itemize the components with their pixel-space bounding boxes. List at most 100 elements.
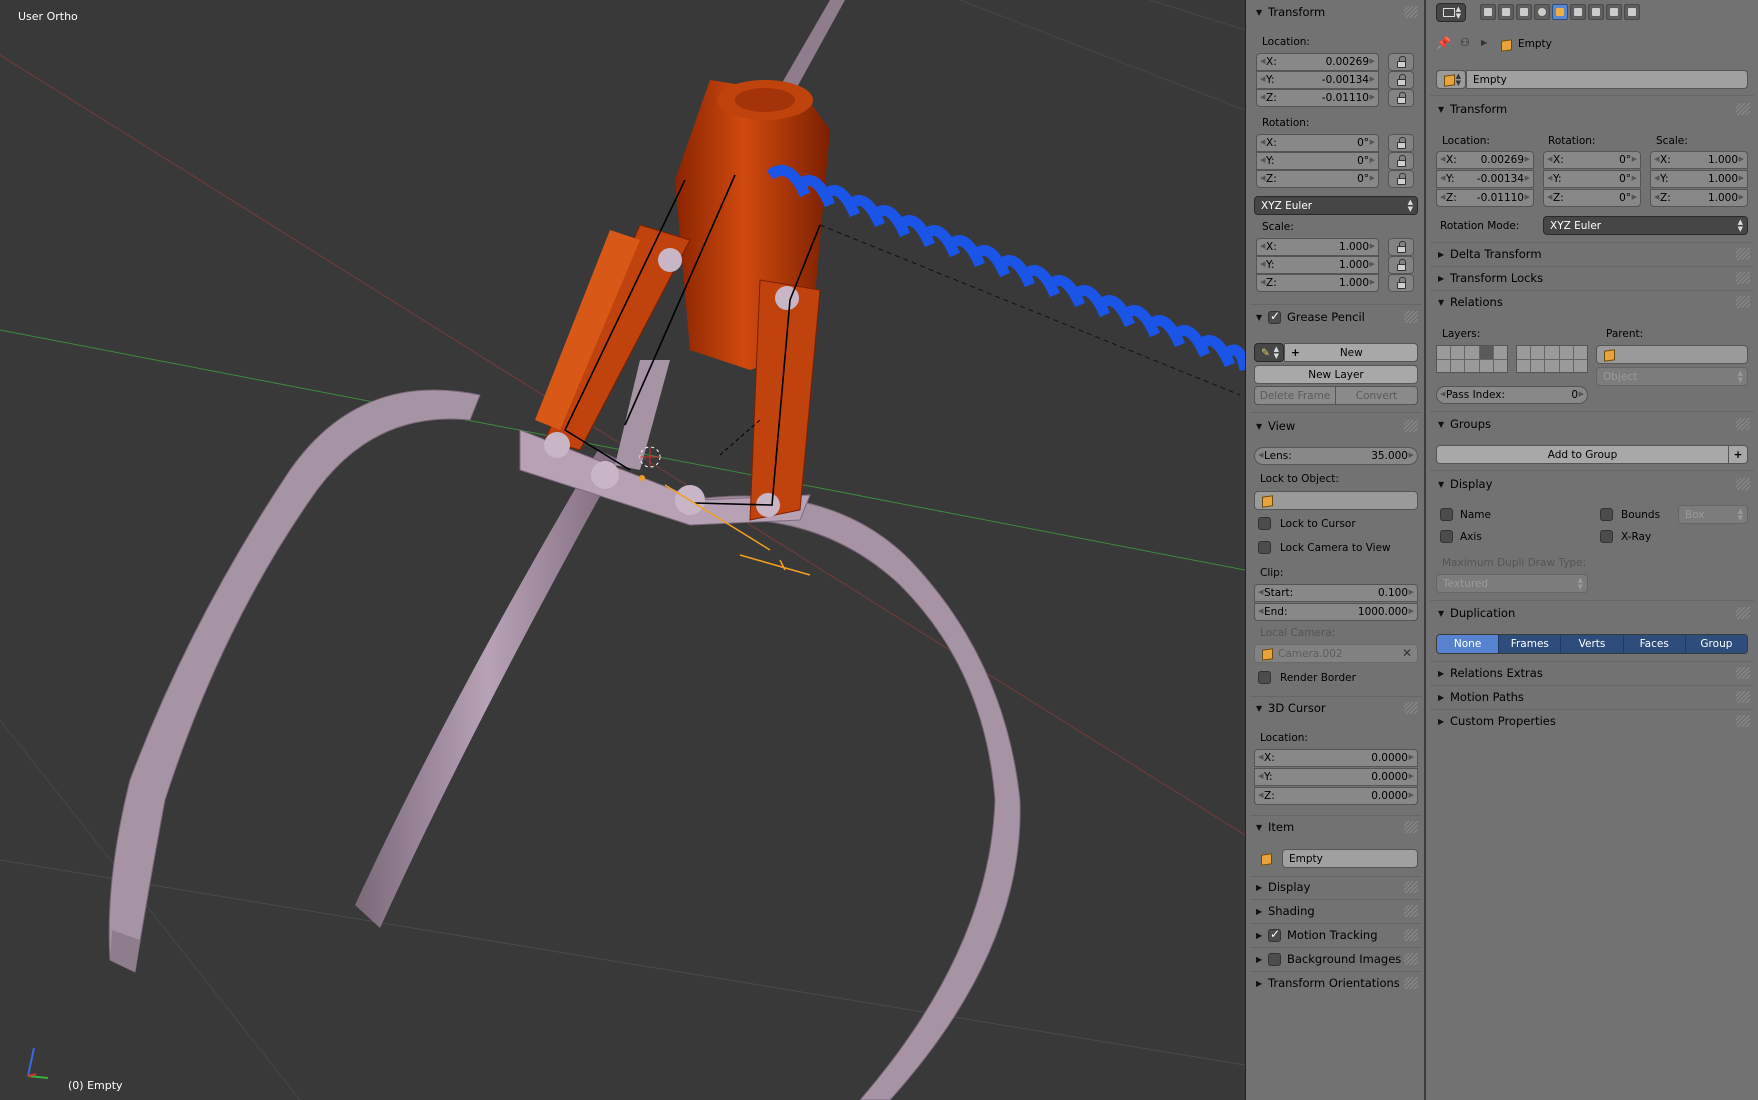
texture-tab-icon[interactable] bbox=[1606, 4, 1622, 20]
layers-grid-left[interactable] bbox=[1436, 345, 1508, 373]
scale-z-field[interactable]: ◀ Z: 1.000 ▶ bbox=[1256, 274, 1379, 292]
duplication-panel-header[interactable]: ▼ Duplication bbox=[1438, 603, 1754, 623]
grip-icon[interactable] bbox=[1736, 691, 1750, 703]
location-x-field[interactable]: ◀ X: 0.00269 ▶ bbox=[1256, 53, 1379, 71]
show-axis-checkbox[interactable] bbox=[1440, 530, 1453, 543]
obj-scale-z-field[interactable]: ◀ Z: 1.000 ▶ bbox=[1650, 189, 1748, 207]
grip-icon[interactable] bbox=[1404, 311, 1418, 323]
grip-icon[interactable] bbox=[1404, 929, 1418, 941]
transform-panel-header[interactable]: ▼ Transform bbox=[1256, 2, 1422, 22]
item-name-field[interactable]: Empty bbox=[1282, 849, 1418, 868]
grip-icon[interactable] bbox=[1404, 6, 1418, 18]
cursor-y-field[interactable]: ◀ Y: 0.0000 ▶ bbox=[1254, 768, 1418, 786]
object-name-field[interactable]: Empty bbox=[1466, 70, 1748, 89]
grip-icon[interactable] bbox=[1736, 478, 1750, 490]
custom-properties-panel-header[interactable]: ▶ Custom Properties bbox=[1438, 711, 1754, 731]
cursor-z-field[interactable]: ◀ Z: 0.0000 ▶ bbox=[1254, 787, 1418, 805]
rotation-x-field[interactable]: ◀ X: 0° ▶ bbox=[1256, 134, 1379, 152]
cursor-x-field[interactable]: ◀ X: 0.0000 ▶ bbox=[1254, 749, 1418, 767]
obj-rotation-mode-dropdown[interactable]: XYZ Euler ▲ ▼ bbox=[1543, 216, 1748, 235]
transform-locks-panel-header[interactable]: ▶ Transform Locks bbox=[1438, 268, 1754, 288]
show-bounds-checkbox[interactable] bbox=[1600, 508, 1613, 521]
motion-tracking-checkbox[interactable] bbox=[1268, 927, 1281, 942]
parent-type-dropdown[interactable]: Object ▲ ▼ bbox=[1596, 367, 1748, 386]
dupli-verts-option[interactable]: Verts bbox=[1561, 635, 1624, 653]
layers-grid-right[interactable] bbox=[1516, 345, 1588, 373]
clear-icon[interactable]: ✕ bbox=[1402, 646, 1412, 660]
clip-start-field[interactable]: ◀ Start: 0.100 ▶ bbox=[1254, 584, 1418, 602]
show-name-checkbox[interactable] bbox=[1440, 508, 1453, 521]
location-z-field[interactable]: ◀ Z: -0.01110 ▶ bbox=[1256, 89, 1379, 107]
motion-paths-panel-header[interactable]: ▶ Motion Paths bbox=[1438, 687, 1754, 707]
lock-location-y-button[interactable] bbox=[1388, 71, 1414, 89]
location-y-field[interactable]: ◀ Y: -0.00134 ▶ bbox=[1256, 71, 1379, 89]
add-group-plus-icon[interactable]: + bbox=[1728, 445, 1748, 464]
local-camera-field[interactable]: Camera.002 ✕ bbox=[1254, 644, 1418, 663]
lock-rotation-y-button[interactable] bbox=[1388, 152, 1414, 170]
groups-panel-header[interactable]: ▼ Groups bbox=[1438, 414, 1754, 434]
scale-x-field[interactable]: ◀ X: 1.000 ▶ bbox=[1256, 238, 1379, 256]
object-tab-icon[interactable] bbox=[1552, 4, 1568, 20]
constraints-tab-icon[interactable] bbox=[1570, 4, 1586, 20]
relations-extras-panel-header[interactable]: ▶ Relations Extras bbox=[1438, 663, 1754, 683]
grip-icon[interactable] bbox=[1736, 607, 1750, 619]
lock-to-object-field[interactable] bbox=[1254, 491, 1418, 510]
scale-y-field[interactable]: ◀ Y: 1.000 ▶ bbox=[1256, 256, 1379, 274]
dupli-none-option[interactable]: None bbox=[1437, 635, 1500, 653]
grip-icon[interactable] bbox=[1736, 248, 1750, 260]
new-grease-pencil-button[interactable]: + New bbox=[1284, 343, 1418, 362]
background-images-panel-header[interactable]: ▶ Background Images bbox=[1256, 949, 1422, 969]
grip-icon[interactable] bbox=[1404, 420, 1418, 432]
transform-orientations-panel-header[interactable]: ▶ Transform Orientations bbox=[1256, 973, 1422, 993]
world-tab-icon[interactable] bbox=[1534, 4, 1550, 20]
3d-viewport[interactable]: User Ortho (0) Empty bbox=[0, 0, 1245, 1100]
convert-button[interactable]: Convert bbox=[1335, 386, 1418, 405]
grip-icon[interactable] bbox=[1404, 977, 1418, 989]
grease-pencil-datablock-browse[interactable]: ✎ ▲ ▼ bbox=[1254, 343, 1284, 362]
display-panel-header[interactable]: ▶ Display bbox=[1256, 877, 1422, 897]
grip-icon[interactable] bbox=[1404, 821, 1418, 833]
new-layer-button[interactable]: New Layer bbox=[1254, 365, 1418, 384]
delete-frame-button[interactable]: Delete Frame bbox=[1254, 386, 1336, 405]
scene-tab-icon[interactable] bbox=[1516, 4, 1532, 20]
grip-icon[interactable] bbox=[1736, 418, 1750, 430]
bounds-type-dropdown[interactable]: Box ▲ ▼ bbox=[1678, 505, 1748, 524]
rotation-mode-dropdown[interactable]: XYZ Euler ▲ ▼ bbox=[1254, 196, 1418, 215]
rotation-z-field[interactable]: ◀ Z: 0° ▶ bbox=[1256, 170, 1379, 188]
physics-tab-icon[interactable] bbox=[1624, 4, 1640, 20]
lock-rotation-z-button[interactable] bbox=[1388, 170, 1414, 188]
lock-scale-x-button[interactable] bbox=[1388, 238, 1414, 256]
dupli-faces-option[interactable]: Faces bbox=[1623, 635, 1686, 653]
obj-scale-x-field[interactable]: ◀ X: 1.000 ▶ bbox=[1650, 151, 1748, 169]
parent-field[interactable] bbox=[1596, 345, 1748, 364]
max-dupli-draw-type-dropdown[interactable]: Textured ▲ ▼ bbox=[1436, 574, 1588, 593]
x-ray-checkbox[interactable] bbox=[1600, 530, 1613, 543]
grip-icon[interactable] bbox=[1404, 881, 1418, 893]
rotation-y-field[interactable]: ◀ Y: 0° ▶ bbox=[1256, 152, 1379, 170]
lock-location-z-button[interactable] bbox=[1388, 89, 1414, 107]
render-border-checkbox[interactable] bbox=[1258, 671, 1271, 684]
3d-cursor-panel-header[interactable]: ▼ 3D Cursor bbox=[1256, 698, 1422, 718]
object-transform-panel-header[interactable]: ▼ Transform bbox=[1438, 99, 1754, 119]
obj-rotation-y-field[interactable]: ◀ Y: 0° ▶ bbox=[1543, 170, 1641, 188]
grease-pencil-checkbox[interactable] bbox=[1268, 309, 1281, 324]
lock-scale-z-button[interactable] bbox=[1388, 274, 1414, 292]
obj-scale-y-field[interactable]: ◀ Y: 1.000 ▶ bbox=[1650, 170, 1748, 188]
object-data-tab-icon[interactable] bbox=[1588, 4, 1604, 20]
grip-icon[interactable] bbox=[1736, 715, 1750, 727]
shading-panel-header[interactable]: ▶ Shading bbox=[1256, 901, 1422, 921]
obj-location-x-field[interactable]: ◀ X: 0.00269 ▶ bbox=[1436, 151, 1534, 169]
obj-location-y-field[interactable]: ◀ Y: -0.00134 ▶ bbox=[1436, 170, 1534, 188]
grip-icon[interactable] bbox=[1736, 667, 1750, 679]
grip-icon[interactable] bbox=[1404, 953, 1418, 965]
delta-transform-panel-header[interactable]: ▶ Delta Transform bbox=[1438, 244, 1754, 264]
item-panel-header[interactable]: ▼ Item bbox=[1256, 817, 1422, 837]
render-layers-tab-icon[interactable] bbox=[1498, 4, 1514, 20]
lock-rotation-x-button[interactable] bbox=[1388, 134, 1414, 152]
pass-index-field[interactable]: ◀ Pass Index: 0 ▶ bbox=[1436, 386, 1588, 404]
dupli-frames-option[interactable]: Frames bbox=[1499, 635, 1562, 653]
lock-location-x-button[interactable] bbox=[1388, 53, 1414, 71]
lens-field[interactable]: ◀ Lens: 35.000 ▶ bbox=[1254, 447, 1418, 465]
grip-icon[interactable] bbox=[1404, 702, 1418, 714]
grip-icon[interactable] bbox=[1404, 905, 1418, 917]
